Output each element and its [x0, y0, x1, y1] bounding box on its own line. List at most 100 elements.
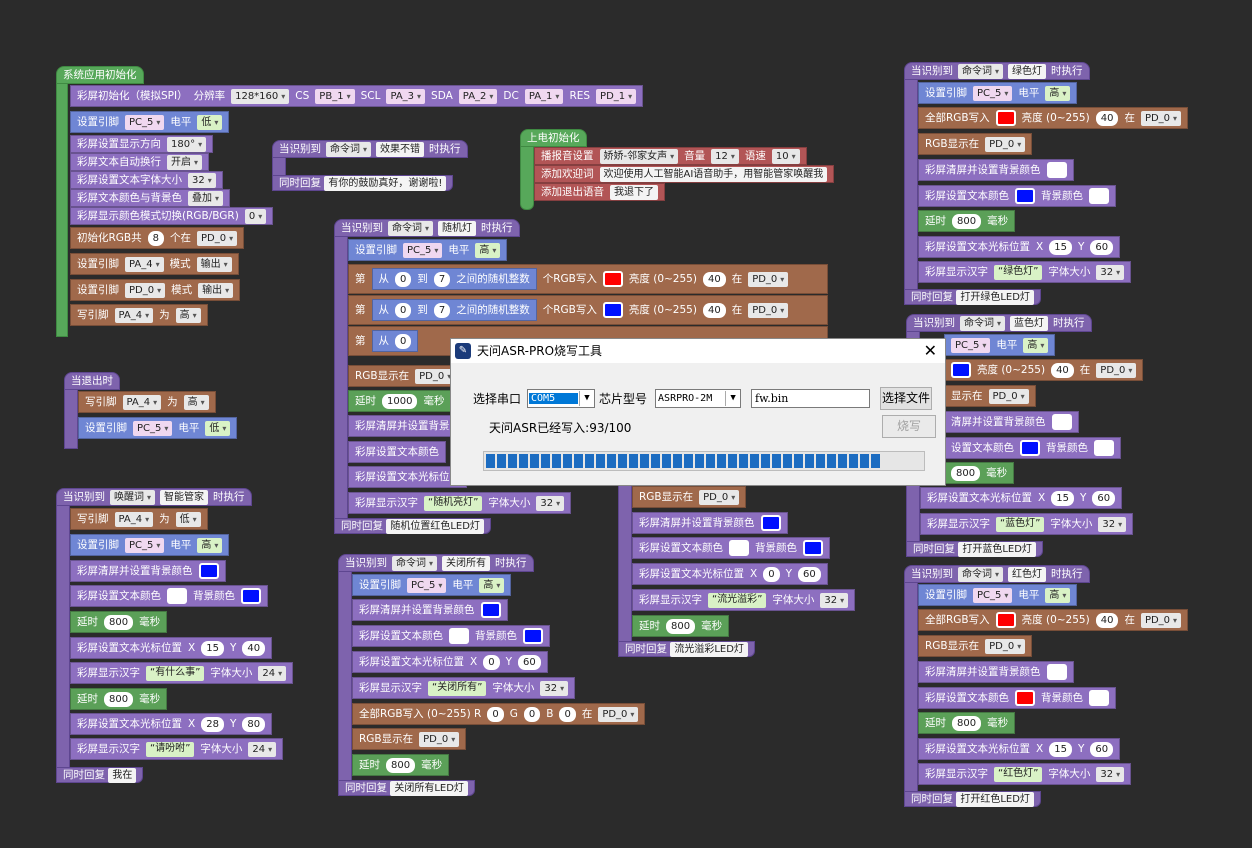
block-hat-on-exit[interactable]: 当退出时 [64, 372, 120, 390]
string-field[interactable]: “ 流光溢彩 ” [708, 592, 767, 608]
block-lcd-cursor[interactable]: 彩屏设置文本光标位置 X 0 Y 60 [632, 563, 828, 585]
block-write-pin[interactable]: 写引脚 PA_4 为高 [78, 391, 216, 413]
block-set-pin[interactable]: 设置引脚 PC_5 电平高 [348, 239, 508, 261]
block-lcd-cursor[interactable]: 彩屏设置文本光标位置 X 0 Y 60 [352, 651, 548, 673]
text-field[interactable]: 我退下了 [610, 184, 658, 200]
dropdown[interactable]: PA_4 [122, 394, 162, 410]
dropdown[interactable]: 命令词 [392, 555, 438, 571]
number-field[interactable]: 60 [1092, 490, 1116, 506]
dropdown[interactable]: PC_5 [973, 587, 1013, 603]
block-set-pin[interactable]: 设置引脚 PC_5 电平低 [78, 417, 238, 439]
text-field[interactable]: 红色灯 [1008, 566, 1047, 582]
color-swatch[interactable] [241, 588, 261, 604]
number-field[interactable]: 15 [201, 640, 224, 656]
number-field[interactable]: 80 [242, 716, 266, 732]
dropdown[interactable]: 低 [197, 114, 223, 130]
text-field[interactable]: 流光溢彩LED灯 [670, 642, 748, 657]
block-lcd-cursor[interactable]: 彩屏设置文本光标位置 X 28 Y 80 [70, 713, 273, 735]
block-rgb-init[interactable]: 初始化RGB共 8 个在 PD_0 [70, 227, 245, 249]
text-field[interactable]: 智能管家 [160, 489, 209, 505]
dropdown[interactable]: PD_0 [748, 271, 789, 287]
block-delay[interactable]: 延时 800 毫秒 [70, 688, 168, 710]
block-rgb-show[interactable]: RGB显示在 PD_0 [632, 486, 747, 508]
dropdown[interactable]: PD_0 [1096, 362, 1137, 378]
dropdown[interactable]: 命令词 [388, 220, 434, 236]
number-field[interactable]: 0 [487, 706, 504, 722]
color-swatch[interactable] [523, 628, 543, 644]
number-field[interactable]: 0 [763, 566, 780, 582]
dropdown[interactable]: 高 [1023, 337, 1049, 353]
block-rgb-write[interactable]: 第 从 0 到 7 之间的随机整数 个RGB写入 亮度 (0~255) 40 在 PD_0 [348, 264, 828, 294]
dropdown[interactable]: 32 [540, 680, 569, 696]
block-rgb-all[interactable]: 全部RGB写入 (0~255) R 0 G 0 B 0 在 PD_0 [352, 703, 646, 725]
block-hat-command[interactable]: 当识别到命令词随机灯时执行 [334, 219, 520, 237]
number-field[interactable]: 0 [395, 302, 412, 318]
block-lcd-text-color[interactable]: 彩屏设置文本颜色 背景颜色 [352, 625, 550, 647]
block-set-pin[interactable]: 设置引脚 PC_5 电平高 [70, 534, 230, 556]
dropdown[interactable]: PC_5 [125, 537, 165, 553]
string-field[interactable]: “ 关闭所有 ” [428, 680, 487, 696]
dropdown[interactable]: 命令词 [326, 141, 372, 157]
block-foot[interactable]: 同时回复 打开绿色LED灯 [904, 289, 1041, 305]
dropdown[interactable]: PD_0 [1140, 110, 1182, 126]
block-lcd-text[interactable]: 彩屏显示汉字 “ 流光溢彩 ” 字体大小 32 [632, 589, 856, 611]
block-hat-system-init[interactable]: 系统应用初始化 [56, 66, 144, 84]
text-field[interactable]: 效果不错 [376, 141, 425, 157]
block-delay[interactable]: 延时 800 毫秒 [70, 611, 168, 633]
number-field[interactable]: 800 [952, 213, 982, 229]
dropdown[interactable]: 输出 [198, 282, 234, 298]
block-lcd-text-color[interactable]: 彩屏设置文本颜色 背景颜色 [632, 537, 830, 559]
text-field[interactable]: 欢迎使用人工智能AI语音助手，用智能管家唤醒我 [599, 166, 828, 182]
dropdown[interactable]: 10 [771, 148, 800, 164]
block-lcd-clear[interactable]: 彩屏清屏并设置背景颜色 [632, 512, 788, 534]
text-field[interactable]: 我在 [108, 768, 137, 783]
number-field[interactable]: 800 [951, 465, 981, 481]
dropdown[interactable]: 32 [1098, 516, 1127, 532]
number-field[interactable]: 0 [559, 706, 576, 722]
block-lcd-clear[interactable]: 彩屏清屏并设置背景颜色 [70, 560, 226, 582]
dropdown[interactable]: PA_2 [458, 88, 498, 104]
dropdown[interactable]: 唤醒词 [110, 489, 156, 505]
block-lcd-text-color[interactable]: 设置文本颜色 背景颜色 [944, 437, 1121, 459]
color-swatch[interactable] [480, 602, 501, 618]
block-rgb-show[interactable]: RGB显示在 PD_0 [918, 635, 1033, 657]
block-lcd-text[interactable]: 彩屏显示汉字 “ 绿色灯 ” 字体大小 32 [918, 261, 1132, 283]
block-foot[interactable]: 同时回复 打开蓝色LED灯 [906, 541, 1043, 557]
dropdown[interactable]: 低 [175, 511, 201, 527]
block-hat-command[interactable]: 当识别到命令词效果不错时执行 [272, 140, 468, 158]
text-field[interactable]: 打开绿色LED灯 [956, 290, 1034, 305]
color-swatch[interactable] [167, 588, 187, 604]
block-random-int[interactable]: 从0 [371, 330, 419, 352]
number-field[interactable]: 7 [433, 302, 451, 318]
number-field[interactable]: 0 [483, 654, 500, 670]
dropdown[interactable]: 32 [1096, 264, 1125, 280]
string-field[interactable]: “ 请吩咐 ” [146, 741, 195, 757]
color-swatch[interactable] [995, 110, 1016, 126]
block-hat-command[interactable]: 当识别到命令词蓝色灯时执行 [906, 314, 1092, 332]
close-icon[interactable]: ✕ [924, 341, 937, 360]
dropdown[interactable]: PA_3 [386, 88, 426, 104]
dropdown[interactable]: PC_5 [973, 85, 1013, 101]
dropdown[interactable]: 高 [1045, 85, 1071, 101]
block-rgb-show[interactable]: RGB显示在 PD_0 [918, 133, 1033, 155]
number-field[interactable]: 40 [702, 302, 726, 318]
block-write-pin[interactable]: 写引脚 PA_4 为低 [70, 508, 208, 530]
block-hat-command[interactable]: 当识别到命令词关闭所有时执行 [338, 554, 534, 572]
number-field[interactable]: 15 [1049, 741, 1072, 757]
block-lcd-text[interactable]: 彩屏显示汉字 “ 关闭所有 ” 字体大小 32 [352, 677, 576, 699]
block-hat-command[interactable]: 当识别到命令词红色灯时执行 [904, 565, 1090, 583]
block-rgb-all[interactable]: 全部RGB写入 亮度 (0~255) 40 在 PD_0 [918, 609, 1189, 631]
block-rgb-show[interactable]: 显示在 PD_0 [944, 385, 1036, 407]
block-hat-command[interactable]: 当识别到命令词绿色灯时执行 [904, 62, 1090, 80]
number-field[interactable]: 40 [1095, 612, 1119, 628]
dropdown[interactable]: 12 [711, 148, 739, 164]
dropdown[interactable]: PD_0 [419, 731, 460, 747]
block-lcd-init[interactable]: 彩屏初始化（模拟SPI） 分辨率 128*160 CS PB_1 SCL PA_… [70, 85, 644, 107]
dropdown[interactable]: 32 [820, 592, 849, 608]
dropdown[interactable]: 娇娇-邻家女声 [599, 148, 679, 164]
block-set-pin[interactable]: 设置引脚 PC_5 电平高 [352, 574, 512, 596]
dialog-titlebar[interactable]: ✎ 天问ASR-PRO烧写工具 [451, 339, 945, 363]
block-lcd-cursor[interactable]: 彩屏设置文本光标位置 X 15 Y 60 [920, 487, 1123, 509]
block-set-pin[interactable]: 设置引脚 PC_5 电平 低 [70, 111, 230, 133]
dropdown[interactable]: 低 [205, 420, 231, 436]
